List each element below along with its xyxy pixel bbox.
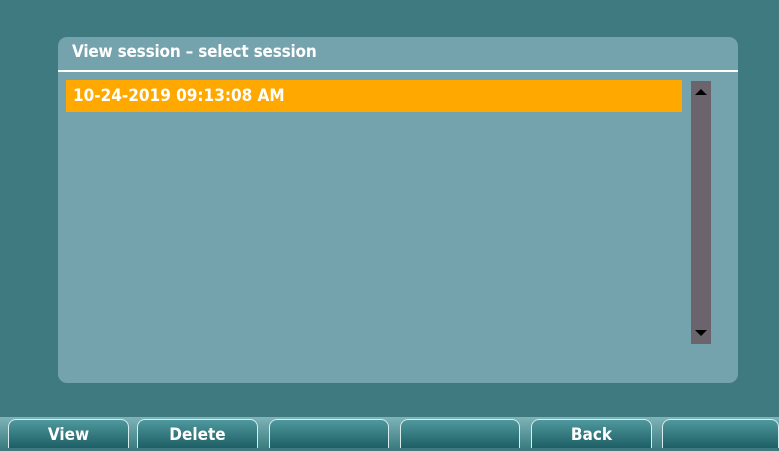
scroll-up-icon[interactable] [695, 89, 707, 95]
scroll-down-icon[interactable] [695, 330, 707, 336]
softkey-3-button[interactable] [269, 419, 389, 448]
scrollbar[interactable] [691, 81, 711, 344]
session-list-item[interactable]: 10-24-2019 09:13:08 AM [66, 80, 682, 112]
back-button[interactable]: Back [531, 419, 652, 448]
session-dialog: View session – select session 10-24-2019… [58, 37, 738, 383]
session-list[interactable]: 10-24-2019 09:13:08 AM [66, 80, 682, 350]
softkey-4-button[interactable] [400, 419, 520, 448]
dialog-title: View session – select session [72, 42, 317, 62]
view-button[interactable]: View [8, 419, 129, 448]
softkey-bar: View Delete Back [0, 417, 779, 448]
softkey-6-button[interactable] [662, 419, 779, 448]
delete-button[interactable]: Delete [137, 419, 258, 448]
title-divider [58, 70, 738, 72]
